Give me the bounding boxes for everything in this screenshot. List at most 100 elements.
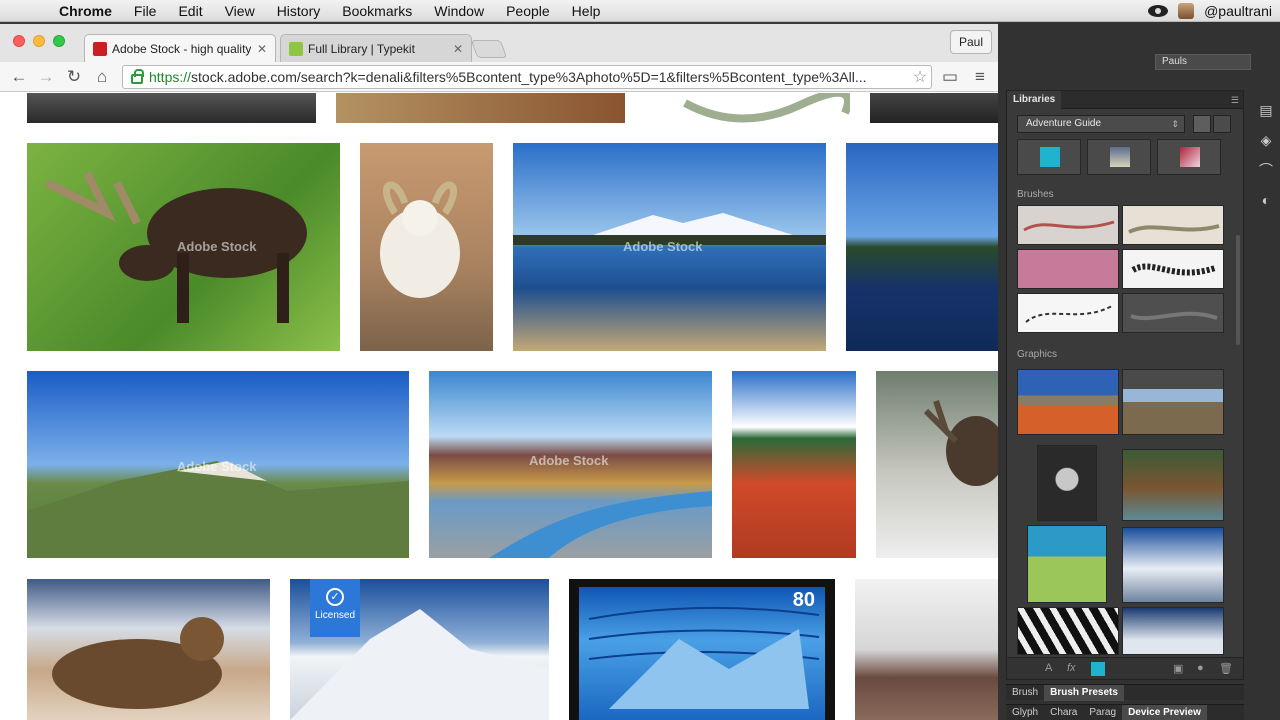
menu-window[interactable]: Window	[423, 3, 495, 19]
text-style-icon[interactable]: A	[1045, 662, 1052, 674]
close-window-button[interactable]	[13, 35, 25, 47]
tab-character[interactable]: Chara	[1044, 705, 1083, 720]
sync-icon[interactable]: ●	[1197, 662, 1204, 674]
trash-icon[interactable]: 🗑	[1219, 662, 1233, 675]
fx-icon[interactable]: fx	[1067, 662, 1076, 674]
graphic-thumbnail[interactable]	[1122, 527, 1224, 603]
library-dropdown[interactable]: Adventure Guide ⇕	[1017, 115, 1185, 133]
home-icon[interactable]: ⌂	[92, 67, 112, 87]
brush-thumbnail[interactable]	[1122, 205, 1224, 245]
watermark: Adobe Stock	[177, 239, 257, 254]
graphic-thumbnail[interactable]	[1122, 449, 1224, 521]
gradient-swatch[interactable]	[1087, 139, 1151, 175]
stock-photo-river[interactable]: Adobe Stock	[429, 371, 712, 558]
menu-file[interactable]: File	[123, 3, 168, 19]
workspace-switcher[interactable]: Pauls	[1155, 54, 1251, 70]
menu-bookmarks[interactable]: Bookmarks	[331, 3, 423, 19]
tab-brush-presets[interactable]: Brush Presets	[1044, 684, 1124, 701]
brush-thumbnail[interactable]	[1017, 249, 1119, 289]
gradient-swatch[interactable]	[1157, 139, 1221, 175]
browser-toolbar: ← → ↻ ⌂ https://stock.adobe.com/search?k…	[0, 62, 998, 92]
bookmark-star-icon[interactable]: ☆	[909, 67, 931, 87]
address-bar[interactable]: https://stock.adobe.com/search?k=denali&…	[122, 65, 932, 89]
chevron-updown-icon: ⇕	[1171, 119, 1179, 129]
url-text[interactable]: https://stock.adobe.com/search?k=denali&…	[149, 69, 909, 85]
panel-menu-icon[interactable]: ☰	[1231, 95, 1239, 106]
menubar-username[interactable]: @paultrani	[1204, 3, 1272, 19]
tab-glyph[interactable]: Glyph	[1006, 705, 1044, 720]
tab-adobe-stock[interactable]: Adobe Stock - high quality ✕	[84, 34, 276, 62]
graphic-thumbnail[interactable]	[1017, 369, 1119, 435]
adjustments-icon[interactable]: ◐	[1256, 190, 1276, 210]
tab-typekit[interactable]: Full Library | Typekit ✕	[280, 34, 472, 62]
stock-photo-autumn-tundra[interactable]	[732, 371, 856, 558]
list-view-icon[interactable]	[1213, 115, 1231, 133]
section-brushes-label: Brushes	[1017, 189, 1054, 200]
stock-photo-moose-snow[interactable]	[876, 371, 998, 558]
tab-device-preview[interactable]: Device Preview	[1122, 704, 1207, 720]
stock-icon[interactable]: ▣	[1173, 662, 1183, 675]
graphic-thumbnail[interactable]	[1122, 369, 1224, 435]
lock-icon	[131, 69, 144, 84]
stock-photo-ridge[interactable]	[855, 579, 998, 720]
paths-icon[interactable]: ⌒	[1256, 160, 1276, 180]
close-tab-icon[interactable]: ✕	[453, 42, 463, 56]
eye-icon[interactable]	[1148, 5, 1169, 17]
panel-tabs-type: Glyph Chara Parag Device Preview	[1006, 704, 1244, 720]
brush-thumbnail[interactable]	[1017, 293, 1119, 333]
tab-title: Full Library | Typekit	[308, 41, 415, 56]
profile-button[interactable]: Paul	[949, 30, 992, 54]
color-swatch[interactable]	[1017, 139, 1081, 175]
stock-photo[interactable]	[27, 93, 316, 123]
graphic-thumbnail[interactable]	[1027, 525, 1107, 603]
stock-photo-dall-sheep[interactable]	[360, 143, 493, 351]
layers-icon[interactable]: ◈	[1256, 130, 1276, 150]
tab-libraries[interactable]: Libraries	[1007, 91, 1062, 109]
tab-paragraph[interactable]: Parag	[1083, 705, 1122, 720]
cast-icon[interactable]: ▭	[940, 67, 960, 87]
chrome-menu-icon[interactable]: ≡	[970, 67, 990, 87]
stock-photo-stamp[interactable]: 80	[569, 579, 835, 720]
close-tab-icon[interactable]: ✕	[257, 42, 267, 56]
add-color-icon[interactable]	[1091, 662, 1105, 676]
tab-strip: Adobe Stock - high quality ✕ Full Librar…	[0, 24, 998, 62]
stock-photo-bear[interactable]	[27, 579, 270, 720]
stock-photo-moose[interactable]: Adobe Stock	[27, 143, 340, 351]
brush-thumbnail[interactable]	[1122, 249, 1224, 289]
menu-view[interactable]: View	[214, 3, 266, 19]
libraries-panel-icon[interactable]: ▤	[1256, 100, 1276, 120]
forward-arrow-icon[interactable]: →	[36, 67, 56, 87]
stock-photo[interactable]	[336, 93, 625, 123]
stock-photo-snowy-peak[interactable]: ✓ Licensed	[290, 579, 549, 720]
menu-edit[interactable]: Edit	[167, 3, 213, 19]
menu-help[interactable]: Help	[561, 3, 612, 19]
zoom-window-button[interactable]	[53, 35, 65, 47]
checkmark-icon: ✓	[326, 588, 344, 606]
stock-photo-denali-lake[interactable]: Adobe Stock	[513, 143, 826, 351]
brush-thumbnail[interactable]	[1122, 293, 1224, 333]
swatch-chip	[1180, 147, 1200, 167]
licensed-label: Licensed	[314, 610, 356, 621]
libraries-panel: Libraries ☰ Adventure Guide ⇕ Brushes Gr…	[1006, 90, 1244, 680]
avatar[interactable]	[1178, 3, 1195, 19]
licensed-badge: ✓ Licensed	[310, 579, 360, 637]
watermark: Adobe Stock	[623, 239, 703, 254]
stock-photo[interactable]	[680, 93, 850, 123]
reload-icon[interactable]: ↻	[64, 67, 84, 87]
grid-view-icon[interactable]	[1193, 115, 1211, 133]
back-arrow-icon[interactable]: ←	[9, 67, 29, 87]
menu-history[interactable]: History	[266, 3, 332, 19]
tab-brush[interactable]: Brush	[1006, 685, 1044, 701]
minimize-window-button[interactable]	[33, 35, 45, 47]
graphic-thumbnail[interactable]	[1017, 607, 1119, 655]
menu-app[interactable]: Chrome	[48, 3, 123, 19]
brush-thumbnail[interactable]	[1017, 205, 1119, 245]
graphic-thumbnail[interactable]	[1037, 445, 1097, 521]
graphic-thumbnail[interactable]	[1122, 607, 1224, 655]
libraries-scrollbar[interactable]	[1236, 235, 1240, 345]
new-tab-button[interactable]	[470, 40, 508, 58]
stock-photo-mountains[interactable]: Adobe Stock	[27, 371, 409, 558]
stock-photo-forest-lake[interactable]	[846, 143, 998, 351]
menu-people[interactable]: People	[495, 3, 561, 19]
stock-photo[interactable]	[870, 93, 998, 123]
